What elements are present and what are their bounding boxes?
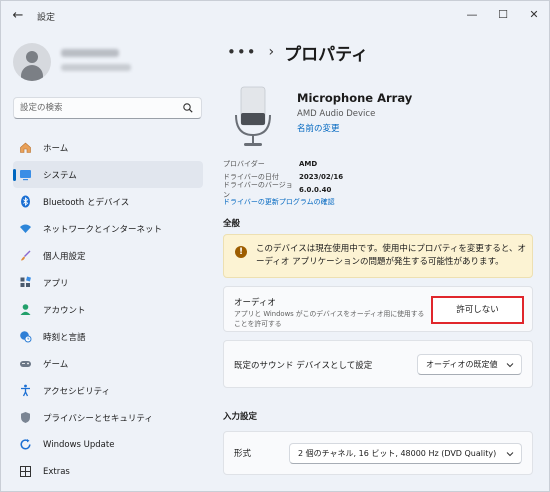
user-name-blurred	[61, 49, 119, 57]
sidebar-item-label: Bluetooth とデバイス	[43, 197, 130, 208]
sidebar-item-personalization[interactable]: 個人用設定	[13, 242, 203, 269]
sidebar-item-accounts[interactable]: アカウント	[13, 296, 203, 323]
device-subtitle: AMD Audio Device	[297, 109, 376, 119]
home-icon	[18, 141, 32, 155]
globe-clock-icon	[18, 330, 32, 344]
sidebar-item-label: アクセシビリティ	[43, 386, 111, 397]
title-bar: ← 設定 — ☐ ✕	[1, 1, 549, 31]
sidebar-item-system[interactable]: システム	[13, 161, 203, 188]
brush-icon	[18, 249, 32, 263]
minimize-button[interactable]: —	[461, 5, 483, 25]
close-button[interactable]: ✕	[523, 5, 545, 25]
sidebar-item-network[interactable]: ネットワークとインターネット	[13, 215, 203, 242]
update-icon	[18, 438, 32, 452]
audio-description: アプリと Windows がこのデバイスをオーディオ用に使用することを許可する	[234, 310, 425, 328]
device-name: Microphone Array	[297, 91, 413, 105]
default-device-title: 既定のサウンド デバイスとして設定	[234, 361, 373, 371]
shield-icon	[18, 411, 32, 425]
sidebar-item-windows-update[interactable]: Windows Update	[13, 431, 203, 458]
bluetooth-icon	[18, 195, 32, 209]
prop-value: 6.0.0.40	[299, 185, 332, 194]
window-title: 設定	[37, 13, 56, 23]
page-title: プロパティ	[284, 44, 369, 65]
sidebar-item-gaming[interactable]: ゲーム	[13, 350, 203, 377]
audio-permission-card: オーディオ アプリと Windows がこのデバイスをオーディオ用に使用すること…	[223, 286, 533, 332]
sidebar-item-privacy[interactable]: プライバシーとセキュリティ	[13, 404, 203, 431]
prop-label: プロバイダー	[223, 159, 265, 168]
sidebar-item-accessibility[interactable]: アクセシビリティ	[13, 377, 203, 404]
sidebar-item-bluetooth[interactable]: Bluetooth とデバイス	[13, 188, 203, 215]
default-device-card: 既定のサウンド デバイスとして設定 オーディオの既定値	[223, 340, 533, 388]
accessibility-icon	[18, 384, 32, 398]
account-icon	[18, 303, 32, 317]
sidebar-item-label: アカウント	[43, 305, 86, 316]
sidebar-item-label: ネットワークとインターネット	[43, 224, 163, 235]
dropdown-value: 2 個のチャネル, 16 ビット, 48000 Hz (DVD Quality)	[298, 449, 497, 458]
chevron-down-icon	[506, 452, 514, 457]
prop-value: AMD	[299, 159, 318, 168]
driver-update-link[interactable]: ドライバーの更新プログラムの確認	[223, 197, 335, 207]
format-dropdown[interactable]: 2 個のチャネル, 16 ビット, 48000 Hz (DVD Quality)	[289, 443, 522, 464]
device-properties: プロバイダー AMD ドライバーの日付 2023/02/16 ドライバーのバージ…	[223, 157, 423, 199]
avatar-head-shape	[26, 51, 38, 63]
format-card: 形式 2 個のチャネル, 16 ビット, 48000 Hz (DVD Quali…	[223, 431, 533, 475]
default-device-dropdown[interactable]: オーディオの既定値	[417, 354, 522, 375]
sidebar-nav: ホーム システム Bluetooth とデバイス ネットワークとインターネット …	[13, 134, 203, 485]
user-email-blurred	[61, 64, 131, 71]
back-button[interactable]: ←	[9, 7, 27, 25]
microphone-icon	[235, 86, 271, 146]
sidebar-item-label: 個人用設定	[43, 251, 86, 262]
chevron-down-icon	[506, 363, 514, 368]
maximize-button[interactable]: ☐	[492, 5, 514, 25]
avatar-body-shape	[21, 65, 43, 81]
search-input[interactable]	[20, 101, 180, 115]
sidebar-item-label: プライバシーとセキュリティ	[43, 413, 153, 424]
dropdown-value: オーディオの既定値	[426, 360, 498, 369]
rename-link[interactable]: 名前の変更	[297, 122, 340, 134]
settings-window: ← 設定 — ☐ ✕ ホーム システム	[0, 0, 550, 492]
section-heading-input-settings: 入力設定	[223, 412, 258, 422]
apps-icon	[18, 276, 32, 290]
wifi-icon	[18, 222, 32, 236]
system-icon	[18, 168, 32, 182]
format-title: 形式	[234, 449, 252, 459]
sidebar-item-home[interactable]: ホーム	[13, 134, 203, 161]
prop-value: 2023/02/16	[299, 172, 344, 181]
section-heading-general: 全般	[223, 219, 241, 229]
warning-icon: !	[235, 246, 247, 258]
sidebar-item-label: Windows Update	[43, 439, 115, 450]
search-icon[interactable]	[182, 102, 194, 114]
sidebar-item-extras[interactable]: Extras	[13, 458, 203, 485]
breadcrumb: ••• › プロパティ	[227, 39, 368, 65]
search-box[interactable]	[13, 97, 202, 119]
sidebar-item-label: 時刻と言語	[43, 332, 86, 343]
sidebar-item-apps[interactable]: アプリ	[13, 269, 203, 296]
sidebar-item-time-language[interactable]: 時刻と言語	[13, 323, 203, 350]
sidebar-item-label: システム	[43, 170, 77, 181]
extras-icon	[18, 465, 32, 479]
sidebar-item-label: ホーム	[43, 143, 69, 154]
sidebar-item-label: アプリ	[43, 278, 69, 289]
chevron-right-icon: ›	[268, 44, 275, 60]
warning-text: このデバイスは現在使用中です。使用中にプロパティを変更すると、オーディオ アプリ…	[256, 244, 527, 267]
sidebar-item-label: Extras	[43, 466, 70, 477]
sidebar-item-label: ゲーム	[43, 359, 69, 370]
prop-row-driver-version: ドライバーのバージョン 6.0.0.40	[223, 181, 423, 199]
avatar[interactable]	[13, 43, 51, 81]
prop-row-provider: プロバイダー AMD	[223, 157, 423, 170]
deny-button[interactable]: 許可しない	[431, 296, 524, 324]
gamepad-icon	[18, 357, 32, 371]
breadcrumb-more-button[interactable]: •••	[227, 43, 257, 61]
in-use-warning: ! このデバイスは現在使用中です。使用中にプロパティを変更すると、オーディオ ア…	[223, 234, 533, 278]
audio-title: オーディオ	[234, 298, 276, 308]
